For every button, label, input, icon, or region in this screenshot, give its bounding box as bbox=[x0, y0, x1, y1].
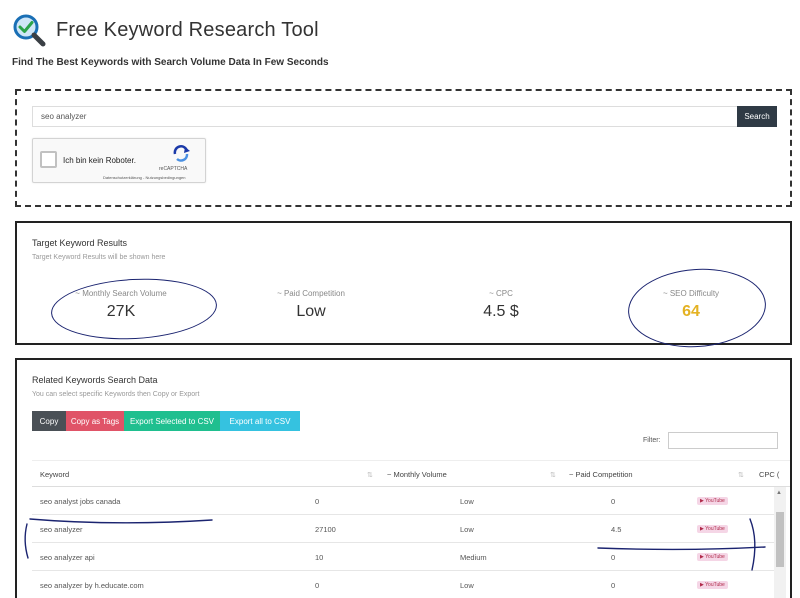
cell-competition: Low bbox=[460, 525, 474, 534]
cell-keyword: seo analyst jobs canada bbox=[40, 497, 121, 506]
related-subtitle: You can select specific Keywords then Co… bbox=[32, 391, 200, 398]
metric-cpc: ~ CPC 4.5 $ bbox=[416, 289, 586, 321]
cell-volume: 10 bbox=[315, 553, 324, 562]
annotation-circle bbox=[49, 274, 219, 344]
copy-button[interactable]: Copy bbox=[32, 411, 66, 431]
metric-label: ~ CPC bbox=[489, 289, 513, 298]
captcha-links[interactable]: Datenschutzerklärung - Nutzungsbedingung… bbox=[103, 175, 186, 180]
sort-icon[interactable]: ⇅ bbox=[550, 471, 556, 479]
cell-keyword: seo analyzer by h.educate.com bbox=[40, 581, 144, 590]
cell-competition: Low bbox=[460, 497, 474, 506]
table-scrollbar[interactable]: ▲ bbox=[774, 487, 786, 598]
copy-as-tags-button[interactable]: Copy as Tags bbox=[66, 411, 124, 431]
cell-volume: 27100 bbox=[315, 525, 336, 534]
annotation-circle bbox=[625, 264, 769, 352]
search-input[interactable]: seo analyzer bbox=[32, 106, 738, 127]
magnifier-check-icon bbox=[12, 13, 46, 47]
cell-competition: Medium bbox=[460, 553, 487, 562]
target-results-panel: Target Keyword Results Target Keyword Re… bbox=[15, 221, 792, 352]
export-selected-csv-button[interactable]: Export Selected to CSV bbox=[124, 411, 220, 431]
target-results-subtitle: Target Keyword Results will be shown her… bbox=[32, 254, 166, 261]
page-subtitle: Find The Best Keywords with Search Volum… bbox=[12, 57, 329, 68]
table-row[interactable]: seo analyzer api 10 Medium 0 ▶ YouTube bbox=[32, 543, 774, 571]
youtube-badge[interactable]: ▶ YouTube bbox=[697, 553, 728, 561]
cell-keyword: seo analyzer bbox=[40, 525, 83, 534]
metric-label: ~ Paid Competition bbox=[277, 289, 345, 298]
search-panel: seo analyzer Search Ich bin kein Roboter… bbox=[15, 89, 792, 207]
cell-cpc: 0 bbox=[611, 581, 616, 590]
youtube-badge[interactable]: ▶ YouTube bbox=[697, 525, 728, 533]
column-paid-competition[interactable]: ~ Paid Competition bbox=[569, 470, 633, 479]
cell-cpc: 0 bbox=[611, 553, 616, 562]
sort-icon[interactable]: ⇅ bbox=[367, 471, 373, 479]
export-toolbar: Copy Copy as Tags Export Selected to CSV… bbox=[32, 411, 300, 431]
captcha-brand: reCAPTCHA bbox=[159, 166, 188, 172]
captcha-label: Ich bin kein Roboter. bbox=[63, 156, 136, 165]
youtube-badge[interactable]: ▶ YouTube bbox=[697, 581, 728, 589]
sort-icon[interactable]: ⇅ bbox=[738, 471, 744, 479]
metric-paid-competition: ~ Paid Competition Low bbox=[226, 289, 396, 321]
filter-input[interactable] bbox=[668, 432, 778, 449]
table-header: Keyword ⇅ ~ Monthly Volume ⇅ ~ Paid Comp… bbox=[32, 460, 790, 487]
cell-volume: 0 bbox=[315, 497, 320, 506]
table-body: seo analyst jobs canada 0 Low 0 ▶ YouTub… bbox=[32, 487, 774, 598]
table-row[interactable]: seo analyst jobs canada 0 Low 0 ▶ YouTub… bbox=[32, 487, 774, 515]
recaptcha-logo-icon bbox=[169, 145, 193, 163]
cell-volume: 0 bbox=[315, 581, 320, 590]
scroll-thumb[interactable] bbox=[776, 512, 784, 567]
header: Free Keyword Research Tool bbox=[12, 10, 319, 50]
column-keyword[interactable]: Keyword bbox=[40, 470, 69, 479]
export-all-csv-button[interactable]: Export all to CSV bbox=[220, 411, 300, 431]
scroll-up-icon[interactable]: ▲ bbox=[776, 490, 782, 496]
table-row[interactable]: seo analyzer by h.educate.com 0 Low 0 ▶ … bbox=[32, 571, 774, 598]
target-results-title: Target Keyword Results bbox=[32, 238, 128, 248]
youtube-badge[interactable]: ▶ YouTube bbox=[697, 497, 728, 505]
metric-value: Low bbox=[296, 303, 326, 320]
cell-cpc: 4.5 bbox=[611, 525, 622, 534]
cell-keyword: seo analyzer api bbox=[40, 553, 95, 562]
related-title: Related Keywords Search Data bbox=[32, 375, 158, 385]
cell-competition: Low bbox=[460, 581, 474, 590]
table-row[interactable]: seo analyzer 27100 Low 4.5 ▶ YouTube bbox=[32, 515, 774, 543]
search-button[interactable]: Search bbox=[737, 106, 777, 127]
column-cpc[interactable]: CPC ( bbox=[759, 470, 779, 479]
column-monthly-volume[interactable]: ~ Monthly Volume bbox=[387, 470, 447, 479]
filter-label: Filter: bbox=[643, 437, 661, 444]
page-title: Free Keyword Research Tool bbox=[56, 18, 319, 41]
metric-value: 4.5 $ bbox=[483, 303, 519, 320]
related-keywords-panel: Related Keywords Search Data You can sel… bbox=[15, 358, 792, 598]
cell-cpc: 0 bbox=[611, 497, 616, 506]
captcha-checkbox[interactable] bbox=[40, 151, 57, 168]
recaptcha-widget: Ich bin kein Roboter. reCAPTCHA Datensch… bbox=[32, 138, 206, 183]
